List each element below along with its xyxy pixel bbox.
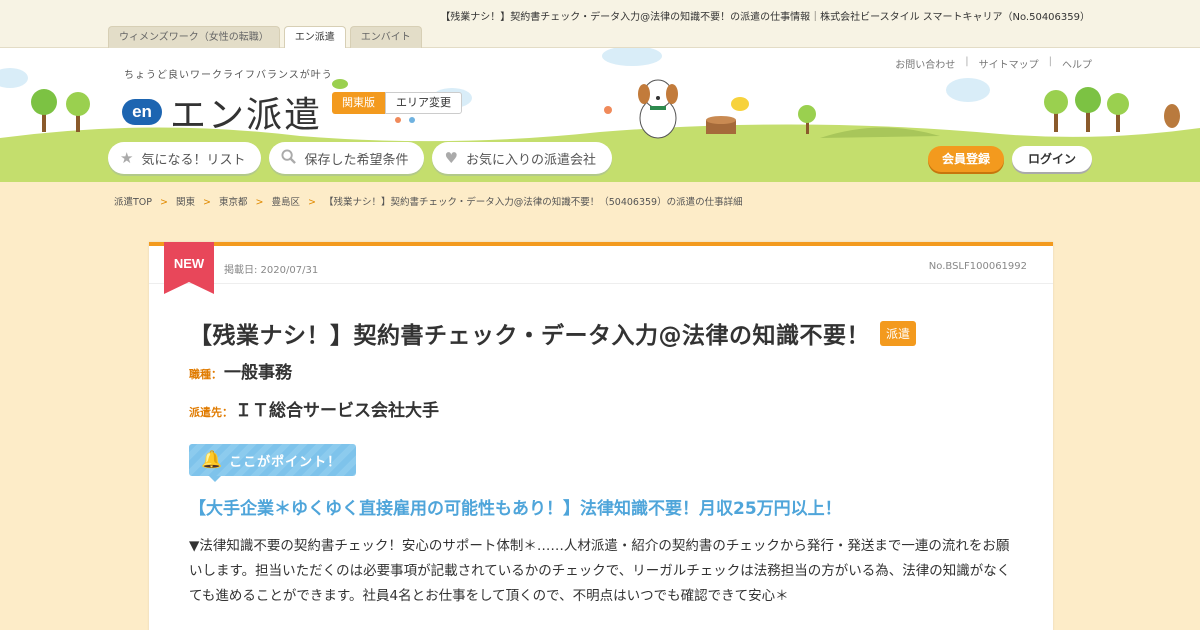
logo-text: エン派遣 xyxy=(170,95,323,136)
breadcrumb-separator: > xyxy=(255,197,264,208)
client-value: ＩＴ総合サービス会社大手 xyxy=(235,401,439,421)
contact-link[interactable]: お問い合わせ xyxy=(895,56,955,71)
region-change-button[interactable]: エリア変更 xyxy=(385,92,462,114)
site-tabs: ウィメンズワーク（女性の転職） エン派遣 エンバイト xyxy=(108,26,422,49)
new-label: NEW xyxy=(173,256,205,271)
breadcrumb-item-top[interactable]: 派遣TOP xyxy=(114,197,152,208)
sitemap-link[interactable]: サイトマップ xyxy=(979,56,1039,71)
job-title: 【残業ナシ！】契約書チェック・データ入力@法律の知識不要！ xyxy=(189,323,871,349)
client-label: 派遣先： xyxy=(189,406,233,419)
breadcrumb-separator: > xyxy=(160,197,168,208)
point-heading: 🔔 ここがポイント！ xyxy=(189,444,356,482)
utility-links: お問い合わせ | サイトマップ | ヘルプ xyxy=(895,56,1092,71)
job-description: ▼法律知識不要の契約書チェック！安心のサポート体制＊……人材派遣・紹介の契約書の… xyxy=(189,538,1011,604)
breadcrumb-separator: > xyxy=(203,197,211,208)
link-separator: | xyxy=(1048,56,1052,67)
tab-en-baito[interactable]: エンバイト xyxy=(349,26,422,48)
header-nav: ★ 気になる！リスト 保存した希望条件 ♥ お気に入りの派遣会社 xyxy=(108,142,612,174)
region-selector: 関東版 エリア変更 xyxy=(332,92,462,114)
saved-search-button[interactable]: 保存した希望条件 xyxy=(269,142,425,174)
employment-type-badge: 派遣 xyxy=(880,320,917,346)
job-category-value: 一般事務 xyxy=(224,363,292,383)
favorite-list-button[interactable]: ★ 気になる！リスト xyxy=(108,142,262,174)
saved-search-label: 保存した希望条件 xyxy=(304,152,409,168)
job-card: NEW 掲載日: 2020/07/31 No.BSLF100061992 【残業… xyxy=(149,242,1053,630)
breadcrumb-item-toshima[interactable]: 豊島区 xyxy=(271,197,300,208)
bell-icon: 🔔 xyxy=(201,450,224,470)
tagline: ちょうど良いワークライフバランスが叶う xyxy=(124,70,333,81)
register-button[interactable]: 会員登録 xyxy=(927,146,1004,172)
auth-buttons: 会員登録 ログイン xyxy=(927,146,1092,172)
favorite-agency-label: お気に入りの派遣会社 xyxy=(465,152,596,168)
search-icon xyxy=(281,148,297,168)
favorite-list-label: 気になる！リスト xyxy=(141,152,246,168)
logo-en-mark: en xyxy=(122,99,162,125)
job-card-header: NEW 掲載日: 2020/07/31 No.BSLF100061992 xyxy=(149,242,1053,294)
page-heading-text: 【残業ナシ！】契約書チェック・データ入力@法律の知識不要！の派遣の仕事情報｜株式… xyxy=(440,12,1090,23)
link-separator: | xyxy=(965,56,969,67)
help-link[interactable]: ヘルプ xyxy=(1062,56,1092,71)
job-number: No.BSLF100061992 xyxy=(928,261,1027,272)
breadcrumb-current: 【残業ナシ！】契約書チェック・データ入力@法律の知識不要！（50406359）の… xyxy=(323,197,743,208)
tab-womens-work[interactable]: ウィメンズワーク（女性の転職） xyxy=(108,26,280,48)
job-category-row: 職種： 一般事務 xyxy=(189,358,292,383)
login-button[interactable]: ログイン xyxy=(1011,146,1092,172)
heart-icon: ♥ xyxy=(444,149,458,167)
post-date: 掲載日: 2020/07/31 xyxy=(224,265,319,276)
star-icon: ★ xyxy=(120,149,134,167)
job-title-row: 【残業ナシ！】契約書チェック・データ入力@法律の知識不要！ 派遣 xyxy=(189,316,917,350)
favorite-agency-button[interactable]: ♥ お気に入りの派遣会社 xyxy=(432,142,612,174)
site-header: ちょうど良いワークライフバランスが叶う en エン派遣 関東版 エリア変更 お問… xyxy=(0,48,1200,182)
breadcrumb-item-tokyo[interactable]: 東京都 xyxy=(219,197,248,208)
breadcrumb: 派遣TOP > 関東 > 東京都 > 豊島区 > 【残業ナシ！】契約書チェック・データ入力@法律… xyxy=(114,194,743,208)
tab-en-haken[interactable]: エン派遣 xyxy=(283,26,346,49)
breadcrumb-item-kanto[interactable]: 関東 xyxy=(176,197,195,208)
new-ribbon: NEW xyxy=(164,242,214,294)
point-heading-label: ここがポイント！ xyxy=(229,454,342,470)
top-bar: 【残業ナシ！】契約書チェック・データ入力@法律の知識不要！の派遣の仕事情報｜株式… xyxy=(0,0,1200,49)
region-badge: 関東版 xyxy=(332,92,385,114)
site-logo[interactable]: en エン派遣 xyxy=(122,86,322,138)
job-catchphrase: 【大手企業＊ゆくゆく直接雇用の可能性もあり！】法律知識不要！月収25万円以上！ xyxy=(189,499,842,519)
breadcrumb-separator: > xyxy=(307,197,316,208)
client-row: 派遣先： ＩＴ総合サービス会社大手 xyxy=(189,396,439,421)
job-category-label: 職種： xyxy=(189,368,222,381)
